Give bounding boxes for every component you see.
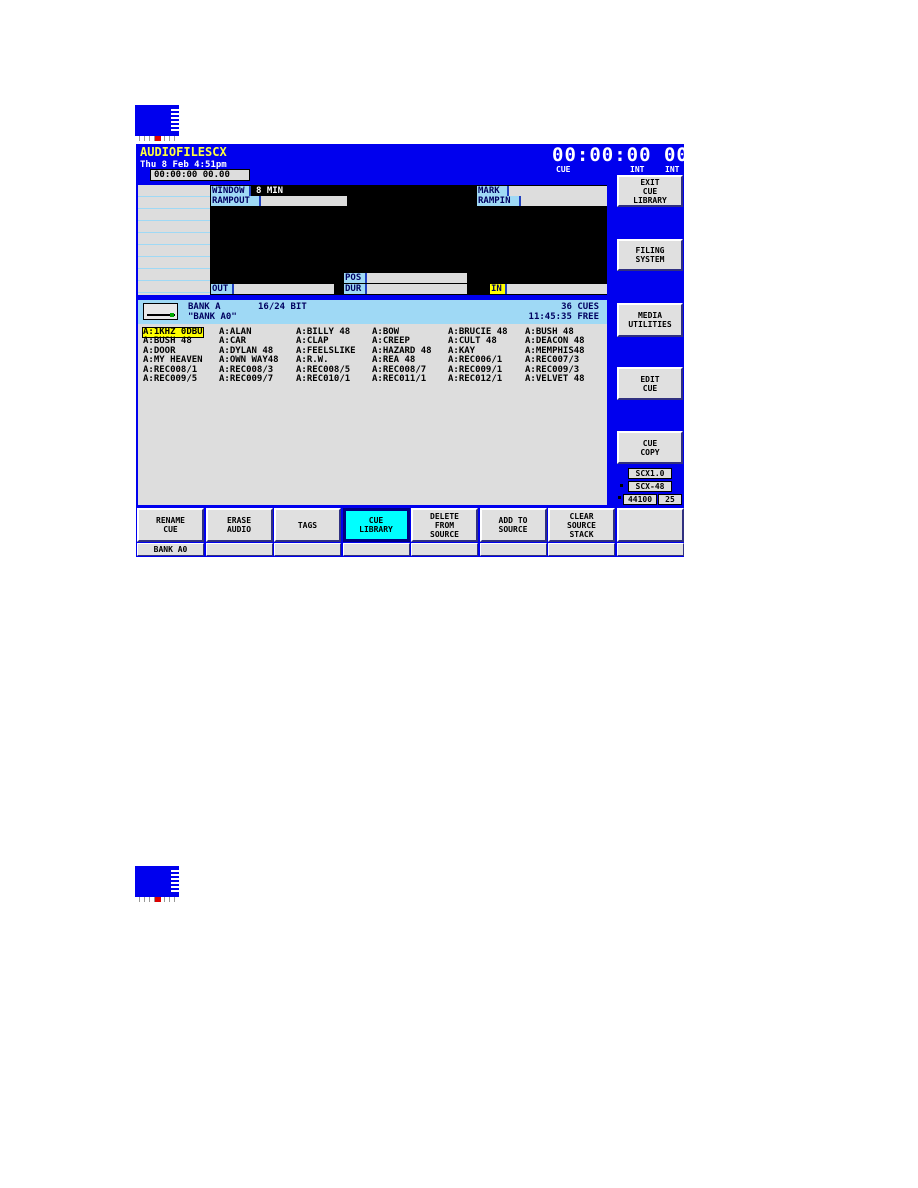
cue-list: A:1KHZ 0DBU A:ALAN A:BILLY 48 A:BOW A:BRUCIE… [138,324,607,505]
clear-source-stack-button[interactable]: CLEAR SOURCE STACK [548,508,615,542]
bank-bits: 16/24 BIT [258,302,307,312]
rampin-label: RAMPIN [477,196,521,206]
cue-item[interactable]: A:REA 48 [372,356,415,365]
out-value [234,284,334,294]
cue-label: CUE [556,165,571,174]
dur-value [367,284,467,294]
blank-soft-key[interactable] [616,508,684,542]
sub-key[interactable] [548,543,615,556]
frame-rate-badge: 25 [658,494,682,505]
edit-cue-button[interactable]: EDIT CUE [617,367,683,400]
indicator-dot [618,496,621,499]
track-list [138,185,210,295]
mark-label: MARK [477,186,509,196]
int-label: INT [630,165,645,174]
sub-key[interactable] [411,543,478,556]
cue-copy-button[interactable]: CUE COPY [617,431,683,464]
cue-count: 36 CUES [561,302,599,312]
in-label: IN [490,284,507,294]
cue-item[interactable]: A:REC007/3 [525,356,579,365]
filing-system-button[interactable]: FILING SYSTEM [617,239,683,271]
rampout-value [261,196,347,206]
cue-item[interactable]: A:REC009/5 [143,375,197,384]
rename-cue-button[interactable]: RENAME CUE [137,508,204,542]
model-badge: SCX-48 [628,481,672,492]
cue-item[interactable]: A:VELVET 48 [525,375,585,384]
sub-key[interactable] [342,543,410,556]
int-label: INT [665,165,680,174]
bank-header: BANK A 16/24 BIT "BANK A0" 36 CUES 11:45… [138,300,607,324]
tags-button[interactable]: TAGS [274,508,341,542]
audiofile-screen: AUDIOFILESCX Thu 8 Feb 4:51pm 00:00:00 0… [136,144,688,557]
cue-item[interactable]: A:REC012/1 [448,375,502,384]
out-label: OUT [211,284,234,294]
cue-item[interactable]: A:MY HEAVEN [143,356,203,365]
page-logo-icon [135,866,179,902]
window-value: 8 MIN [256,186,284,196]
page-logo-icon [135,105,179,141]
cue-library-button[interactable]: CUE LIBRARY [342,508,410,542]
sub-key[interactable]: BANK A0 [137,543,204,556]
pos-value [367,273,467,283]
version-badge: SCX1.0 [628,468,672,479]
mark-value [509,186,607,196]
window-label: WINDOW [211,186,251,196]
bank-name: BANK A [188,302,221,312]
cue-item[interactable]: A:REC009/7 [219,375,273,384]
sub-key[interactable] [616,543,684,556]
add-to-source-button[interactable]: ADD TO SOURCE [479,508,547,542]
sub-key[interactable] [479,543,547,556]
timecode-display: 00:00:00 00 [552,144,689,166]
app-logo: AUDIOFILESCX [140,145,227,159]
cue-item[interactable]: A:OWN WAY48 [219,356,279,365]
sample-rate-badge: 44100 [623,494,657,505]
sub-key[interactable] [274,543,341,556]
delete-from-source-button[interactable]: DELETE FROM SOURCE [411,508,478,542]
drive-icon [143,303,178,320]
rampin-value [521,196,607,206]
cue-item[interactable]: A:R.W. [296,356,329,365]
media-utilities-button[interactable]: MEDIA UTILITIES [617,303,683,337]
rampout-label: RAMPOUT [211,196,261,206]
exit-cue-library-button[interactable]: EXIT CUE LIBRARY [617,175,683,207]
free-time: 11:45:35 FREE [528,312,599,322]
bank-title: "BANK A0" [188,312,237,322]
pos-label: POS [344,273,367,283]
dur-label: DUR [344,284,367,294]
sub-key[interactable] [205,543,273,556]
clock-display: 00:00:00 00.00 [150,169,250,181]
cue-item[interactable]: A:REC006/1 [448,356,502,365]
indicator-dot [620,484,623,487]
in-value [507,284,607,294]
cue-item[interactable]: A:REC010/1 [296,375,350,384]
cue-item[interactable]: A:REC011/1 [372,375,426,384]
erase-audio-button[interactable]: ERASE AUDIO [205,508,273,542]
